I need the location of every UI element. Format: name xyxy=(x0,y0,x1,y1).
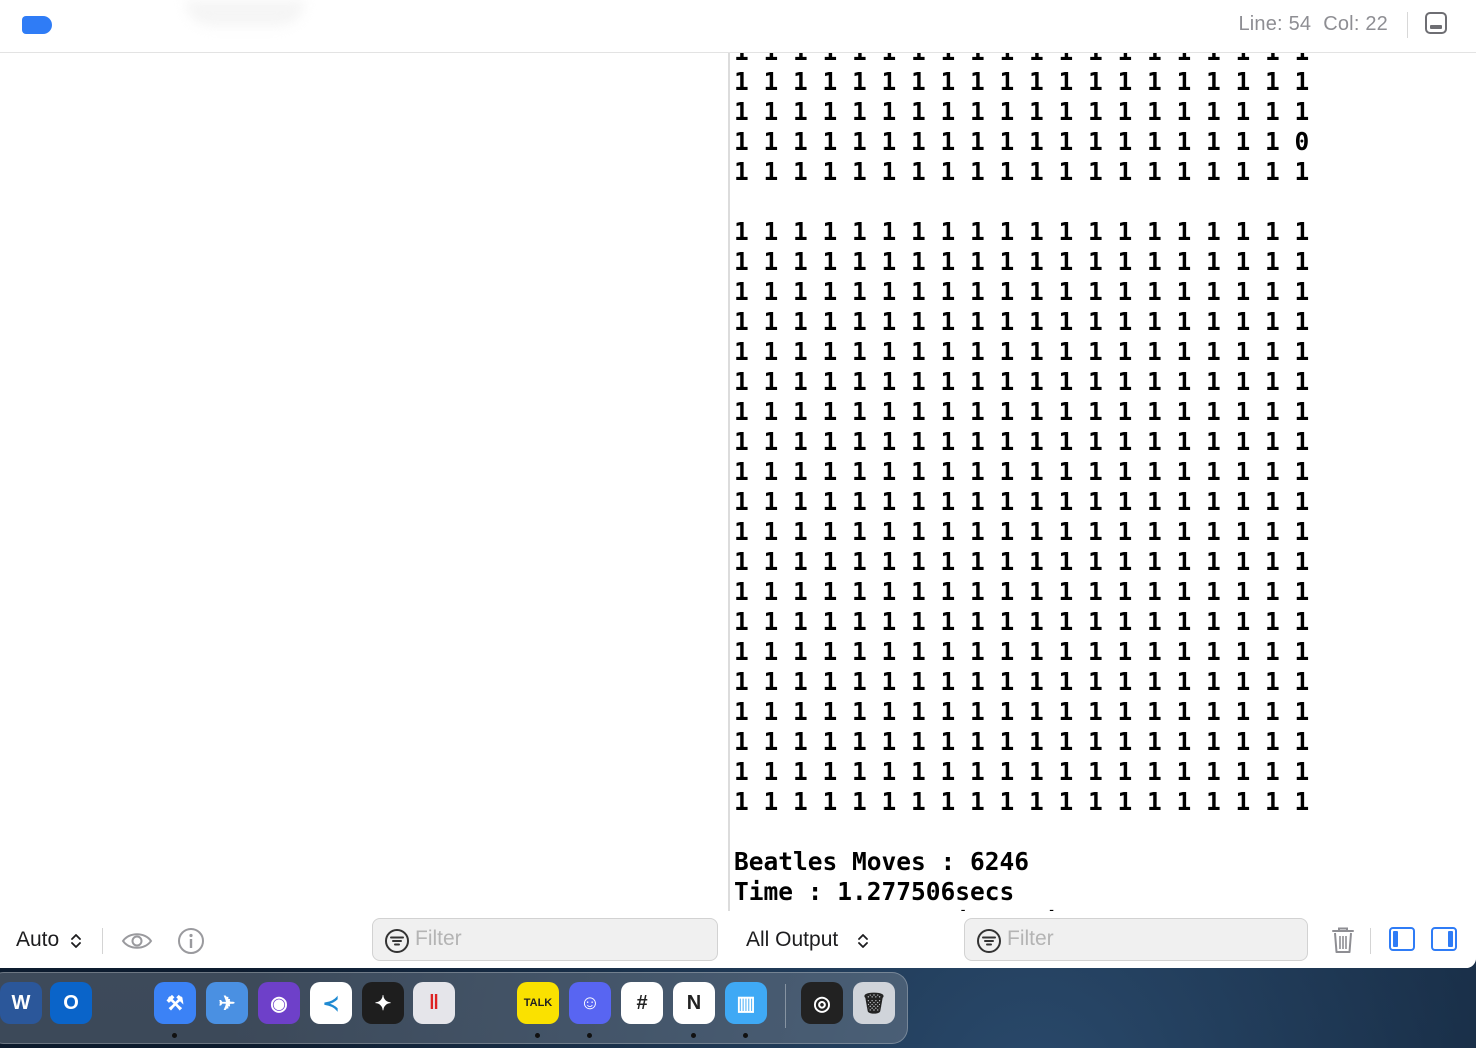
dock-running-indicator xyxy=(743,1033,748,1038)
cursor-position: Line: 54 Col: 22 xyxy=(1226,13,1388,36)
dock-app-vscode[interactable]: ≺ xyxy=(310,982,352,1024)
pane-divider[interactable] xyxy=(728,53,730,968)
dock-running-indicator xyxy=(172,1033,177,1038)
console-text: 1 1 1 1 1 1 1 1 1 1 1 1 1 1 1 1 1 1 1 1 … xyxy=(734,53,1310,911)
github-desktop-icon: ◉ xyxy=(270,992,288,1015)
dock-app-parallels[interactable]: ‖ xyxy=(413,982,455,1024)
chevron-updown-icon xyxy=(858,934,868,948)
dock-app-github-desktop[interactable]: ◉ xyxy=(258,982,300,1024)
slack-icon: # xyxy=(636,991,648,1014)
variables-filter-field[interactable] xyxy=(372,918,718,961)
bottombar-separator xyxy=(102,928,103,954)
xcode-window: Line: 54 Col: 22 1 1 1 1 1 1 1 1 1 1 1 1 … xyxy=(0,0,1476,968)
word-icon: W xyxy=(11,991,31,1014)
dock-app-trash[interactable]: 🗑 xyxy=(853,982,895,1024)
vscode-icon: ≺ xyxy=(322,992,340,1015)
dock-app-notion[interactable]: N xyxy=(673,982,715,1024)
console-filter-input[interactable] xyxy=(1007,925,1247,953)
variables-scope-select[interactable]: Auto xyxy=(16,928,59,952)
chevron-updown-icon xyxy=(71,934,81,948)
dock-app-word[interactable]: W xyxy=(0,982,42,1024)
variables-view xyxy=(0,53,728,911)
parallels-icon: ‖ xyxy=(429,991,439,1014)
trash-icon: 🗑 xyxy=(861,992,887,1015)
dock-running-indicator xyxy=(535,1033,540,1038)
file-manager-icon: ▥ xyxy=(736,992,756,1015)
trash-icon[interactable] xyxy=(1331,926,1355,954)
bottombar-separator xyxy=(1370,928,1371,954)
outlook-icon: O xyxy=(63,991,79,1014)
dock-app-file-manager[interactable]: ▥ xyxy=(725,982,767,1024)
xcode-beta-icon: ⚒ xyxy=(166,992,184,1015)
toolbar-divider xyxy=(1407,12,1408,38)
discord-icon: ☺ xyxy=(579,991,601,1014)
breakpoint-tag-icon[interactable] xyxy=(22,16,52,34)
chrome-window-icon: ◎ xyxy=(813,992,831,1015)
kakaotalk-icon: TALK xyxy=(523,997,553,1009)
dock-running-indicator xyxy=(587,1033,592,1038)
column-indicator: Col: 22 xyxy=(1323,13,1388,35)
filter-icon xyxy=(385,929,409,953)
filter-icon xyxy=(977,929,1001,953)
dock-app-chrome-window[interactable]: ◎ xyxy=(801,982,843,1024)
dock-app-slack[interactable]: # xyxy=(621,982,663,1024)
dock-app-xcode-instruments-beta[interactable]: ✈ xyxy=(206,982,248,1024)
debug-bottom-bar: Auto All Output xyxy=(0,911,1476,968)
console-toggle-icon[interactable] xyxy=(1425,12,1447,34)
console-filter-field[interactable] xyxy=(964,918,1308,961)
console-output[interactable]: 1 1 1 1 1 1 1 1 1 1 1 1 1 1 1 1 1 1 1 1 … xyxy=(734,53,1476,911)
dock-app-outlook[interactable]: O xyxy=(50,982,92,1024)
line-indicator: Line: 54 xyxy=(1238,13,1312,35)
dock-app-discord[interactable]: ☺ xyxy=(569,982,611,1024)
dock-app-kakaotalk[interactable]: TALK xyxy=(517,982,559,1024)
window-toolbar: Line: 54 Col: 22 xyxy=(0,0,1476,53)
xcode-instruments-beta-icon: ✈ xyxy=(218,992,236,1015)
info-icon[interactable] xyxy=(177,927,205,955)
variables-filter-input[interactable] xyxy=(415,925,655,953)
figma-icon: ✦ xyxy=(374,992,392,1015)
dock-separator xyxy=(785,984,786,1028)
sidebar-right-icon[interactable] xyxy=(1431,927,1457,951)
sidebar-left-icon[interactable] xyxy=(1389,927,1415,951)
eye-icon[interactable] xyxy=(121,931,153,951)
output-scope-select[interactable]: All Output xyxy=(746,928,838,952)
dock-app-xcode-beta[interactable]: ⚒ xyxy=(154,982,196,1024)
dock-app-figma[interactable]: ✦ xyxy=(362,982,404,1024)
toolbar-blurred-area xyxy=(185,0,305,26)
notion-icon: N xyxy=(686,991,702,1014)
dock-running-indicator xyxy=(691,1033,696,1038)
